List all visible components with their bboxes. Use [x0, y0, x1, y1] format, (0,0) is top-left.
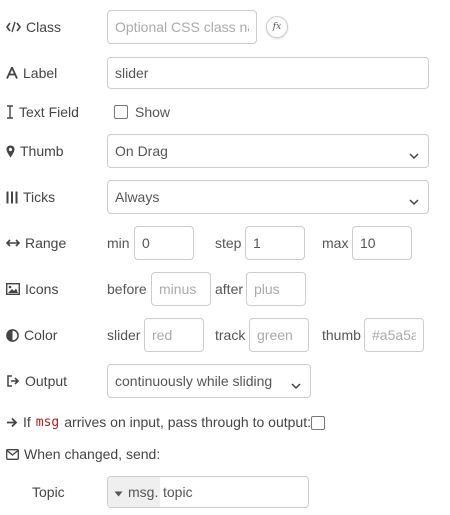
thumb-label: Thumb [6, 143, 64, 159]
code-icon [6, 21, 21, 33]
thumb-select[interactable]: On Drag [107, 134, 429, 168]
thumb-color-input[interactable] [364, 318, 424, 352]
topic-value[interactable]: topic [163, 477, 193, 507]
arrows-h-icon [6, 238, 20, 248]
topic-row: Topic msg. topic [0, 476, 450, 508]
msg-code: msg [35, 414, 60, 430]
passthrough-row: If msg arrives on input, pass through to… [0, 411, 450, 433]
arrow-right-icon [6, 417, 18, 428]
adjust-icon [6, 328, 19, 342]
show-label: Show [135, 104, 171, 120]
changed-label: When changed, send: [6, 446, 160, 462]
track-color-input[interactable] [249, 318, 309, 352]
icons-label: Icons [6, 281, 58, 297]
min-label: min [107, 235, 130, 251]
after-icon-input[interactable] [246, 272, 306, 306]
columns-icon [6, 191, 18, 204]
show-checkbox[interactable] [114, 105, 128, 119]
class-input[interactable] [107, 10, 257, 44]
chevron-down-icon [291, 377, 301, 393]
label-label: Label [6, 65, 57, 81]
after-label: after [215, 281, 244, 297]
thumb-row: Thumb On Drag [0, 134, 450, 168]
sign-out-icon [6, 375, 20, 387]
image-icon [6, 283, 20, 295]
passthrough-checkbox[interactable] [311, 416, 325, 430]
output-label: Output [6, 373, 67, 389]
icons-row: Icons before after [0, 272, 450, 306]
passthrough-label: If msg arrives on input, pass through to… [6, 414, 311, 430]
class-label: Class [6, 19, 61, 35]
chevron-down-icon [409, 147, 419, 163]
color-row: Color slider track thumb [0, 318, 450, 352]
label-input[interactable] [107, 57, 429, 89]
step-label: step [215, 235, 242, 251]
ticks-select[interactable]: Always [107, 180, 429, 214]
before-icon-input[interactable] [151, 272, 211, 306]
label-row: Label [0, 57, 450, 89]
textfield-row: Text Field Show [0, 101, 450, 123]
max-input[interactable] [352, 226, 412, 260]
slider-color-label: slider [107, 327, 141, 343]
thumb-color-label: thumb [322, 327, 361, 343]
ticks-label: Ticks [6, 189, 55, 205]
track-color-label: track [215, 327, 246, 343]
font-icon [6, 67, 18, 79]
changed-row: When changed, send: [0, 444, 450, 466]
max-label: max [322, 235, 349, 251]
map-marker-icon [6, 145, 15, 158]
color-label: Color [6, 327, 57, 343]
class-fx-button[interactable]: fx [266, 16, 288, 38]
topic-label: Topic [32, 484, 65, 500]
before-label: before [107, 281, 147, 297]
ticks-row: Ticks Always [0, 180, 450, 214]
textfield-label: Text Field [6, 104, 79, 120]
class-row: Class fx [0, 10, 450, 44]
chevron-down-icon [409, 193, 419, 209]
slider-color-input[interactable] [144, 318, 204, 352]
caret-down-icon [114, 484, 123, 500]
step-input[interactable] [245, 226, 305, 260]
topic-typed-input[interactable]: msg. topic [107, 476, 309, 508]
min-input[interactable] [134, 226, 194, 260]
range-row: Range min step max [0, 226, 450, 260]
range-label: Range [6, 235, 66, 251]
envelope-icon [6, 448, 19, 460]
output-select[interactable]: continuously while sliding [107, 364, 311, 398]
output-row: Output continuously while sliding [0, 364, 450, 398]
topic-type-select[interactable]: msg. [108, 477, 160, 507]
i-cursor-icon [6, 105, 14, 119]
